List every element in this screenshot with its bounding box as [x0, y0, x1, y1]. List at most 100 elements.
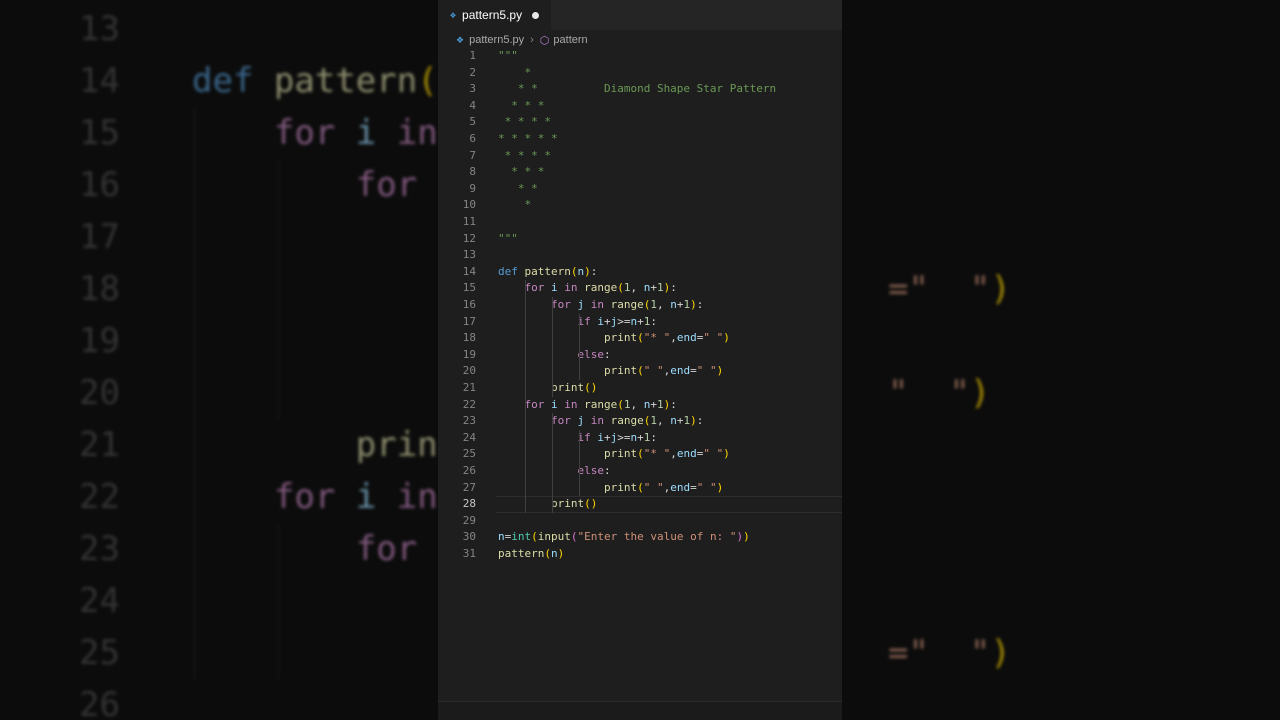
line-source: * * * *	[498, 114, 551, 131]
code-token: :	[670, 397, 677, 411]
code-token: )	[723, 331, 730, 345]
line-number: 17	[462, 314, 476, 328]
code-line[interactable]: 27 print(" ",end=" ")	[438, 480, 842, 497]
code-token: * * *	[498, 165, 545, 179]
code-token: j	[577, 298, 591, 311]
line-source: if i+j>=n+1:	[498, 314, 657, 331]
code-token: :	[696, 298, 704, 311]
unsaved-dot-icon[interactable]	[532, 11, 540, 19]
background-indent-guide	[278, 159, 279, 419]
background-token: in	[396, 113, 438, 153]
code-token: " "	[643, 364, 664, 378]
code-token: in	[564, 397, 585, 411]
line-number: 9	[469, 181, 476, 195]
background-source: =" ")	[842, 627, 1011, 679]
code-line[interactable]: 26 else:	[438, 463, 842, 480]
code-line[interactable]: 1 """	[438, 48, 842, 65]
code-line[interactable]: 12 """	[438, 231, 842, 248]
indent-guide	[552, 297, 553, 397]
code-token: +	[650, 281, 657, 295]
background-line: 14def pattern(	[0, 55, 438, 107]
code-token: (	[544, 547, 551, 560]
code-token: in	[564, 281, 585, 295]
line-number: 25	[462, 447, 476, 461]
background-line-number: 18	[79, 269, 120, 309]
symbol-method-icon: ⬡	[539, 34, 550, 47]
code-token: " "	[696, 364, 717, 378]
code-line[interactable]: 21 print()	[438, 380, 842, 397]
tab-bar: ❖ pattern5.py	[438, 0, 842, 30]
code-line[interactable]: 31 pattern(n)	[438, 546, 842, 563]
background-line-number: 25	[79, 633, 120, 673]
code-line[interactable]: 17 if i+j>=n+1:	[438, 314, 842, 331]
code-line[interactable]: 15 for i in range(1, n+1):	[438, 280, 842, 297]
code-line[interactable]: 4 * * *	[438, 98, 842, 115]
line-number: 7	[469, 148, 476, 162]
line-source: * *	[498, 181, 538, 198]
breadcrumb-symbol[interactable]: pattern	[553, 34, 587, 46]
code-token: :	[696, 414, 704, 428]
background-line: 21 prin	[0, 419, 438, 471]
code-token: " "	[703, 331, 724, 345]
code-line[interactable]: 22 for i in range(1, n+1):	[438, 397, 842, 414]
background-source: =" ")	[842, 263, 1011, 315]
code-token: " "	[643, 480, 664, 494]
background-token: " "	[887, 373, 970, 413]
horizontal-scrollbar[interactable]	[438, 701, 842, 720]
background-line: 13	[842, 3, 1280, 55]
code-line[interactable]: 25 print("* ",end=" ")	[438, 446, 842, 463]
code-line[interactable]: 19 else:	[438, 347, 842, 364]
indent-guide	[579, 313, 580, 380]
code-line[interactable]: 14 def pattern(n):	[438, 264, 842, 281]
background-token: pattern	[273, 61, 418, 101]
code-line[interactable]: 18 print("* ",end=" ")	[438, 330, 842, 347]
code-line[interactable]: 20 print(" ",end=" ")	[438, 363, 842, 380]
code-line[interactable]: 3 * * Diamond Shape Star Pattern	[438, 81, 842, 98]
background-line: 14def pattern(	[842, 55, 1280, 107]
background-token: def	[192, 61, 274, 101]
code-token: ,	[670, 331, 677, 345]
line-source: pattern(n)	[498, 546, 564, 563]
line-source: *	[498, 197, 531, 214]
code-line[interactable]: 5 * * * *	[438, 114, 842, 131]
code-line[interactable]: 11	[438, 214, 842, 231]
code-line[interactable]: 29	[438, 513, 842, 530]
background-line-number: 13	[79, 9, 120, 49]
code-line[interactable]: 8 * * *	[438, 164, 842, 181]
background-line-number: 23	[79, 529, 120, 569]
code-line[interactable]: 16 for j in range(1, n+1):	[438, 297, 842, 314]
background-line-number: 15	[79, 113, 120, 153]
code-line[interactable]: 6 * * * * *	[438, 131, 842, 148]
code-line[interactable]: 28 print()	[438, 496, 842, 513]
background-line: 18 =" ")	[0, 263, 438, 315]
background-source: prin	[192, 419, 438, 471]
code-line[interactable]: 9 * *	[438, 181, 842, 198]
code-line[interactable]: 10 *	[438, 197, 842, 214]
tab-pattern5-py[interactable]: ❖ pattern5.py	[438, 0, 551, 30]
code-line[interactable]: 2 *	[438, 65, 842, 82]
background-token: for	[273, 477, 356, 517]
code-token: ()	[584, 497, 598, 511]
code-token: range	[610, 298, 644, 311]
background-source: for i in	[192, 107, 438, 159]
code-line[interactable]: 7 * * * *	[438, 148, 842, 165]
code-token: print	[550, 497, 585, 511]
code-line[interactable]: 30 n=int(input("Enter the value of n: "))	[438, 529, 842, 546]
code-token: (	[637, 331, 644, 345]
background-token: for	[355, 165, 418, 205]
breadcrumb-file[interactable]: pattern5.py	[469, 34, 524, 46]
code-token: * *	[498, 181, 538, 195]
blurred-background-left: 1314def pattern(15 for i in16 for1718 ="…	[0, 0, 438, 720]
code-line[interactable]: 24 if i+j>=n+1:	[438, 430, 842, 447]
line-source: """	[498, 231, 518, 248]
code-line[interactable]: 23 for j in range(1, n+1):	[438, 413, 842, 430]
code-token: 1	[657, 397, 664, 411]
code-token: (	[637, 480, 644, 494]
code-token: n	[498, 530, 505, 544]
background-line: 18 =" ")	[842, 263, 1280, 315]
line-number: 11	[462, 215, 476, 228]
indent-guide	[579, 429, 580, 497]
code-line[interactable]: 13	[438, 247, 842, 264]
